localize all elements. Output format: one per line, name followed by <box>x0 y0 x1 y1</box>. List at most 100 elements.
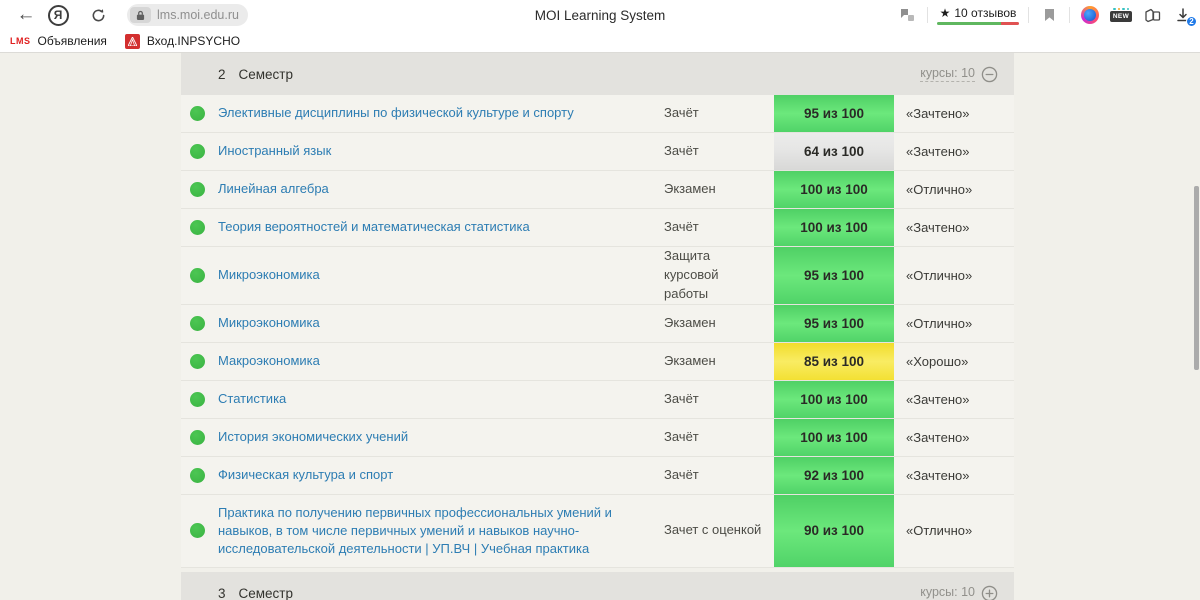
status-dot-icon <box>190 267 205 283</box>
status-cell <box>181 133 218 170</box>
table-row: Микроэкономика Защита курсовой работы 95… <box>181 247 1014 305</box>
course-name-cell: Физическая культура и спорт <box>218 457 664 494</box>
course-name-cell: Статистика <box>218 381 664 418</box>
site-permissions-icon[interactable] <box>896 3 918 27</box>
score-cell: 92 из 100 <box>774 456 894 494</box>
semester-3-courses-toggle[interactable]: курсы: 10 <box>920 585 998 600</box>
refresh-button[interactable] <box>85 0 111 30</box>
bookmark-item-inpsycho[interactable]: Вход.INPSYCHO <box>124 33 241 49</box>
assessment-type-cell: Экзамен <box>664 352 716 368</box>
course-link[interactable]: Иностранный язык <box>218 142 331 160</box>
new-badge: NEW <box>1109 11 1133 23</box>
score-cell: 85 из 100 <box>774 342 894 380</box>
grade-cell: «Зачтено» <box>906 106 970 121</box>
downloads-count-badge: 2 <box>1186 16 1197 27</box>
status-cell <box>181 343 218 380</box>
back-button[interactable]: ← <box>12 0 40 30</box>
assessment-type-cell: Защита курсовой работы <box>664 248 719 301</box>
status-dot-icon <box>190 353 205 369</box>
course-name-cell: Элективные дисциплины по физической куль… <box>218 95 664 132</box>
table-row: Практика по получению первичных професси… <box>181 494 1014 569</box>
grade-cell: «Зачтено» <box>906 391 970 407</box>
vertical-scrollbar[interactable] <box>1194 186 1199 370</box>
grade-cell: «Зачтено» <box>906 144 970 159</box>
status-cell <box>181 305 218 342</box>
table-row: Элективные дисциплины по физической куль… <box>181 95 1014 133</box>
course-link[interactable]: Практика по получению первичных професси… <box>218 504 644 559</box>
downloads-button[interactable]: 2 <box>1172 3 1197 27</box>
grade-cell: «Отлично» <box>906 315 973 331</box>
semester-2-courses-toggle[interactable]: курсы: 10 <box>920 66 998 83</box>
course-link[interactable]: Элективные дисциплины по физической куль… <box>218 104 574 122</box>
assessment-type-cell: Зачёт <box>664 219 699 235</box>
course-link[interactable]: Линейная алгебра <box>218 180 329 198</box>
course-name-cell: Микроэкономика <box>218 305 664 342</box>
status-cell <box>181 171 218 208</box>
course-name-cell: История экономических учений <box>218 419 664 456</box>
bookmark-icon[interactable] <box>1038 3 1060 27</box>
semester-number: 3 <box>218 585 226 600</box>
courses-count-label: курсы: 10 <box>920 585 975 600</box>
refresh-icon <box>92 8 104 21</box>
grade-cell: «Отлично» <box>906 267 973 283</box>
score-cell: 100 из 100 <box>774 418 894 456</box>
collapse-minus-icon[interactable] <box>981 66 998 83</box>
yandex-logo-icon[interactable]: Я <box>45 0 71 30</box>
site-reviews-button[interactable]: ★ 10 отзывов <box>937 6 1019 25</box>
grade-cell: «Зачтено» <box>906 429 970 445</box>
course-link[interactable]: Физическая культура и спорт <box>218 466 393 484</box>
assessment-type-cell: Зачет с оценкой <box>664 522 762 538</box>
course-link[interactable]: Микроэкономика <box>218 266 320 284</box>
semester-title: Семестр <box>238 66 294 82</box>
extension-new-icon[interactable]: NEW <box>1109 3 1133 27</box>
reviews-count-label: 10 отзывов <box>954 5 1017 20</box>
course-name-cell: Практика по получению первичных професси… <box>218 495 664 568</box>
status-dot-icon <box>190 144 205 159</box>
toolbar-divider <box>1028 7 1029 23</box>
course-name-cell: Линейная алгебра <box>218 171 664 208</box>
collections-icon[interactable] <box>1141 3 1163 27</box>
course-link[interactable]: Микроэкономика <box>218 314 320 332</box>
assessment-type-cell: Экзамен <box>664 314 716 330</box>
status-cell <box>181 247 218 304</box>
course-link[interactable]: История экономических учений <box>218 428 408 446</box>
semester-title: Семестр <box>238 585 294 600</box>
semester-number: 2 <box>218 66 226 82</box>
extension-browser-icon[interactable] <box>1079 3 1101 27</box>
score-cell: 95 из 100 <box>774 304 894 342</box>
bookmarks-bar: LMS Объявления Вход.INPSYCHO <box>0 30 1200 53</box>
status-dot-icon <box>190 315 205 331</box>
table-row: Макроэкономика Экзамен 85 из 100 «Хорошо… <box>181 342 1014 381</box>
assessment-type-cell: Экзамен <box>664 181 716 197</box>
address-bar[interactable]: lms.moi.edu.ru <box>127 4 248 26</box>
expand-plus-icon[interactable] <box>981 585 998 600</box>
status-dot-icon <box>190 467 205 483</box>
rating-bar <box>937 21 1019 25</box>
course-name-cell: Микроэкономика <box>218 247 664 304</box>
status-cell <box>181 495 218 568</box>
course-link[interactable]: Макроэкономика <box>218 352 320 370</box>
course-link[interactable]: Статистика <box>218 390 286 408</box>
courses-count-label: курсы: 10 <box>920 66 975 82</box>
status-cell <box>181 381 218 418</box>
inpsycho-favicon <box>124 33 140 49</box>
bookmark-label: Вход.INPSYCHO <box>146 34 241 48</box>
toolbar-divider <box>1069 7 1070 23</box>
score-cell: 95 из 100 <box>774 247 894 304</box>
score-cell: 64 из 100 <box>774 133 894 170</box>
table-row: Теория вероятностей и математическая ста… <box>181 209 1014 247</box>
score-cell: 90 из 100 <box>774 494 894 568</box>
lms-favicon: LMS <box>10 36 31 46</box>
grade-cell: «Отлично» <box>906 182 973 197</box>
assessment-type-cell: Зачёт <box>664 390 699 406</box>
course-link[interactable]: Теория вероятностей и математическая ста… <box>218 218 530 236</box>
status-cell <box>181 209 218 246</box>
assessment-type-cell: Зачёт <box>664 466 699 482</box>
browser-toolbar: MOI Learning System ← Я lms.moi.edu.ru ★… <box>0 0 1200 30</box>
course-name-cell: Макроэкономика <box>218 343 664 380</box>
semester-3-header: 3 Семестр курсы: 10 <box>181 572 1014 600</box>
bookmark-item-announcements[interactable]: LMS Объявления <box>10 34 107 48</box>
status-dot-icon <box>190 220 205 235</box>
table-row: Линейная алгебра Экзамен 100 из 100 «Отл… <box>181 171 1014 209</box>
ssl-lock-icon[interactable] <box>130 7 151 23</box>
